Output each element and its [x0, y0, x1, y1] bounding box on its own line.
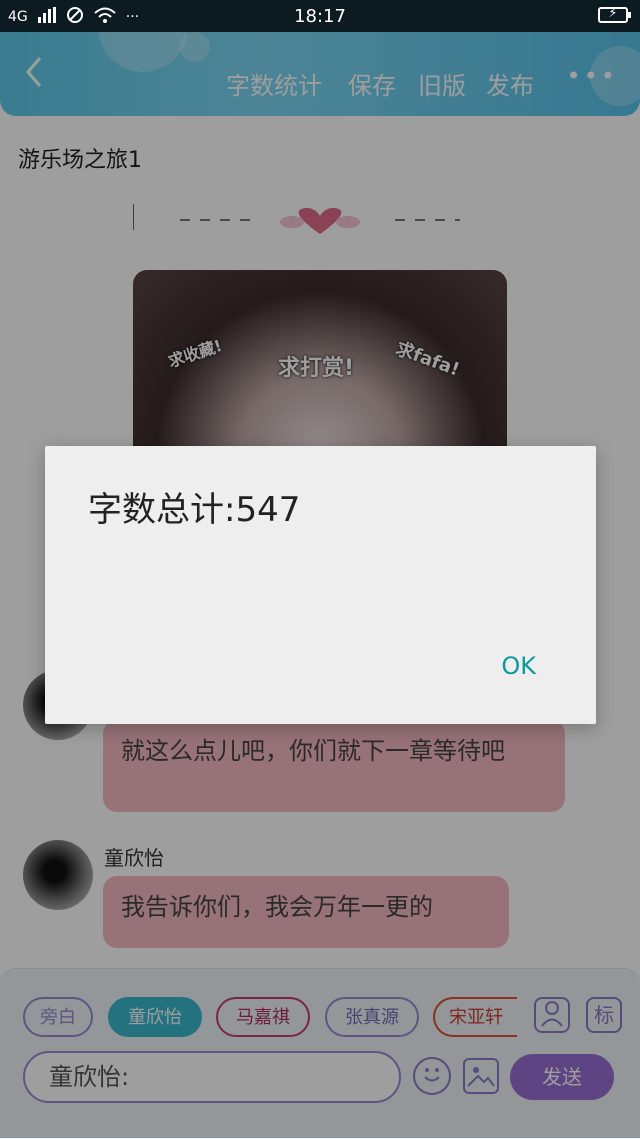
ok-button[interactable]: OK	[501, 652, 536, 680]
dialog-message: 字数总计:547	[88, 490, 301, 530]
status-bar: 4G ··· 18:17 ⚡	[0, 0, 640, 32]
word-count-dialog: 字数总计:547 OK	[45, 446, 596, 724]
battery-icon: ⚡	[598, 6, 631, 23]
clock: 18:17	[294, 6, 346, 27]
